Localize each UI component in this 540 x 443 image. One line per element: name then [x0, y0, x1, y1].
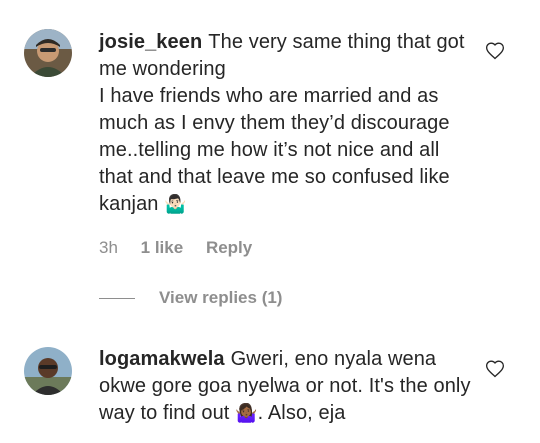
comment-meta: 3h 1 like Reply [99, 238, 270, 258]
like-count[interactable]: 1 like [141, 238, 184, 257]
comment-text-end: . Also, eja [257, 402, 346, 424]
avatar-josie-keen[interactable] [24, 29, 72, 77]
comment-timestamp: 3h [99, 238, 118, 257]
like-heart-icon[interactable] [485, 41, 505, 61]
shrug-emoji: 🤷🏻‍♂️ [164, 194, 187, 214]
shrug-emoji: 🤷🏾‍♀️ [235, 403, 258, 423]
heart-outline-icon [485, 360, 505, 378]
avatar-photo [24, 29, 72, 77]
comment-body: josie_keen The very same thing that got m… [99, 29, 471, 218]
comment-username[interactable]: josie_keen [99, 31, 202, 53]
reply-button[interactable]: Reply [206, 238, 252, 257]
view-replies-label[interactable]: View replies (1) [159, 288, 282, 308]
avatar-logamakwela[interactable] [24, 347, 72, 395]
avatar-photo [24, 347, 72, 395]
comment-username[interactable]: logamakwela [99, 348, 225, 370]
replies-divider [99, 297, 135, 299]
like-heart-icon[interactable] [485, 359, 505, 379]
comment-text-continued: I have friends who are married and as mu… [99, 85, 450, 215]
comment-body: logamakwela Gweri, eno nyala wena okwe go… [99, 346, 471, 427]
heart-outline-icon [485, 42, 505, 60]
view-replies[interactable]: View replies (1) [99, 288, 282, 308]
